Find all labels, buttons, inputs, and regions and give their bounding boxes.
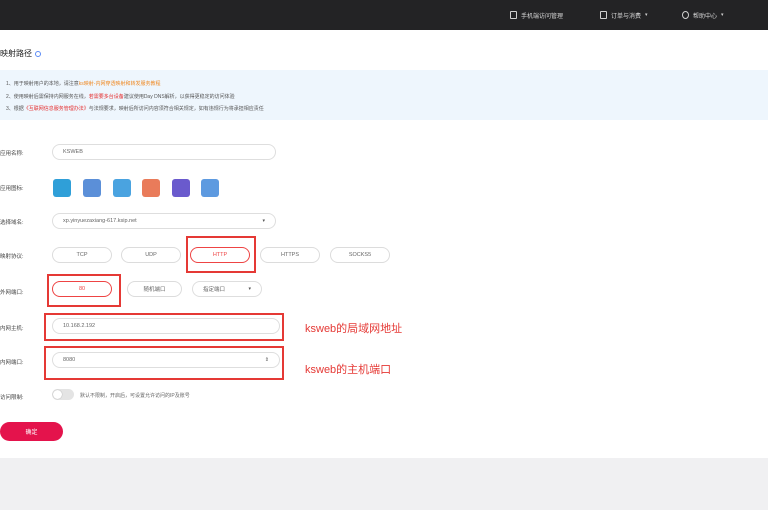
highlight-box-host [44, 313, 284, 341]
notice-line-3-link[interactable]: 《互联网信息服务管理办法》 [24, 106, 89, 112]
protocol-option-label: SOCKS5 [348, 252, 372, 258]
domain-select[interactable]: xp.yinyuezaxiang-617.ksip.net ▾ [52, 213, 276, 229]
port-option-specific[interactable]: 指定端口 ▾ [192, 281, 262, 297]
protocol-option-https[interactable]: HTTPS [260, 247, 320, 263]
access-limit-toggle[interactable] [52, 389, 74, 400]
page-title: 映射路径 [0, 48, 42, 59]
protocol-option-udp[interactable]: UDP [121, 247, 181, 263]
protocol-option-label: HTTPS [280, 252, 300, 258]
notice-line-3-text: 3、根据 [6, 106, 24, 112]
annotation-host: ksweb的局域网地址 [305, 323, 403, 335]
chevron-down-icon: ▾ [721, 12, 724, 18]
port-option-label: 指定端口 [203, 287, 226, 293]
toggle-knob [53, 390, 62, 399]
notice-line-2-text: 2、使用映射后需保持内网服务在线， [6, 94, 89, 100]
protocol-option-tcp[interactable]: TCP [52, 247, 112, 263]
mail-app-icon[interactable] [142, 179, 160, 197]
app-name-label: 应用名称: [0, 151, 24, 157]
access-limit-label: 访问限制: [0, 395, 24, 401]
notice-line-1-text: 1、用于映射用户的本地，请注意 [6, 81, 79, 87]
port-option-random[interactable]: 随机端口 [127, 281, 182, 297]
help-icon[interactable] [35, 50, 42, 57]
topbar-help-center[interactable]: 帮助中心 ▾ [682, 8, 724, 22]
browser-app-icon[interactable] [53, 179, 71, 197]
chevron-down-icon: ▾ [645, 12, 648, 18]
chevron-down-icon: ▾ [248, 286, 251, 292]
access-limit-description: 默认不限制，开启后，可设置允许访问的IP及账号 [80, 393, 190, 399]
topbar-orders[interactable]: 订单与消费 ▾ [600, 8, 648, 22]
notice-line-2: 2、使用映射后需保持内网服务在线，若需要多台设备建议使用Day DNS解析，以获… [6, 93, 235, 100]
domain-value: xp.yinyuezaxiang-617.ksip.net [63, 218, 137, 224]
highlight-box-port [47, 274, 121, 307]
domain-label: 选择域名: [0, 220, 24, 226]
document-app-icon[interactable] [83, 179, 101, 197]
submit-button[interactable]: 确定 [0, 422, 63, 441]
headset-icon [682, 11, 689, 19]
notice-line-1-link[interactable]: ks映射-内网穿透映射和转发服务教程 [79, 81, 161, 87]
phone-icon [510, 11, 517, 19]
app-name-input[interactable]: KSWEB [52, 144, 276, 160]
topbar-help-center-label: 帮助中心 [693, 13, 718, 20]
port-label: 外网端口: [0, 290, 24, 296]
notice-line-3-suffix: 与法规要求，映射后所访问内容须符合相关规定，如有违规行为将承担相应责任 [88, 106, 264, 112]
notice-line-2-suffix: 建议使用Day DNS解析，以获得更稳定的访问体验 [123, 94, 235, 100]
notice-line-2-highlight: 若需要多台设备 [88, 94, 124, 100]
top-navigation-bar: 手机端访问管理 订单与消费 ▾ 帮助中心 ▾ [0, 0, 768, 30]
file-app-icon[interactable] [113, 179, 131, 197]
topbar-mobile-access-label: 手机端访问管理 [521, 13, 564, 20]
protocol-label: 映射协议: [0, 254, 24, 260]
port-option-label: 随机端口 [143, 287, 166, 293]
order-icon [600, 11, 607, 19]
annotation-port: ksweb的主机端口 [305, 364, 392, 376]
protocol-option-label: UDP [145, 252, 157, 258]
chevron-down-icon: ▾ [262, 218, 265, 224]
notice-line-1: 1、用于映射用户的本地，请注意ks映射-内网穿透映射和转发服务教程 [6, 80, 160, 87]
topbar-mobile-access[interactable]: 手机端访问管理 [510, 8, 563, 22]
chat-app-icon[interactable] [172, 179, 190, 197]
app-name-value: KSWEB [63, 149, 83, 155]
notice-line-3: 3、根据《互联网信息服务管理办法》与法规要求，映射后所访问内容须符合相关规定，如… [6, 105, 264, 112]
app-icon-label: 应用图标: [0, 186, 24, 192]
notice-box: 1、用于映射用户的本地，请注意ks映射-内网穿透映射和转发服务教程 2、使用映射… [0, 70, 768, 120]
protocol-option-label: TCP [76, 252, 88, 258]
page-title-text: 映射路径 [0, 49, 32, 58]
highlight-box-local-port [44, 346, 284, 380]
highlight-box-protocol [186, 236, 256, 273]
local-port-label: 内网端口: [0, 360, 24, 366]
web-app-icon[interactable] [201, 179, 219, 197]
topbar-orders-label: 订单与消费 [611, 13, 642, 20]
host-label: 内网主机: [0, 326, 24, 332]
protocol-option-socks5[interactable]: SOCKS5 [330, 247, 390, 263]
